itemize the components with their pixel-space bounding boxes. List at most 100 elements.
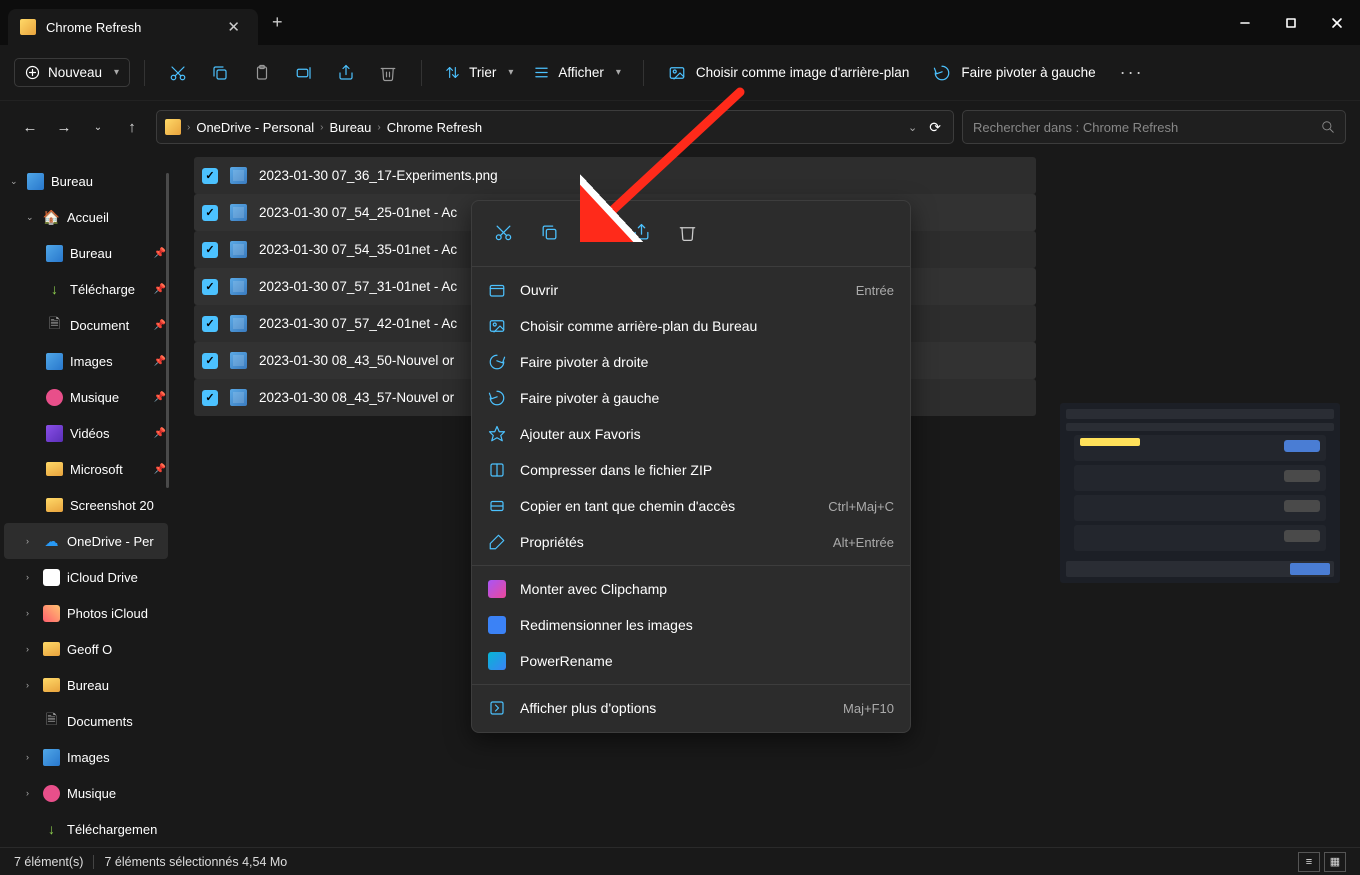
paste-button[interactable] — [243, 55, 281, 91]
ctx-rotate-left[interactable]: Faire pivoter à gauche — [472, 380, 910, 416]
sort-button[interactable]: Trier ▾ — [436, 58, 521, 87]
file-row[interactable]: 2023-01-30 07_36_17-Experiments.png — [194, 157, 1036, 194]
context-menu-quick-actions — [472, 207, 910, 261]
ctx-set-desktop-bg[interactable]: Choisir comme arrière-plan du Bureau — [472, 308, 910, 344]
ctx-clipchamp[interactable]: Monter avec Clipchamp — [472, 571, 910, 607]
checkbox-icon[interactable] — [202, 316, 218, 332]
sidebar-item-downloads[interactable]: ↓Télécharge📌 — [0, 271, 172, 307]
chevron-down-icon: ⌄ — [26, 212, 36, 223]
sidebar-scrollbar[interactable] — [166, 173, 169, 488]
sidebar: ⌄Bureau ⌄🏠Accueil Bureau📌 ↓Télécharge📌 🗎… — [0, 153, 172, 847]
refresh-button[interactable]: ⟳ — [929, 119, 941, 136]
navigation-row: ← → ⌄ ↑ › OneDrive - Personal › Bureau ›… — [0, 101, 1360, 153]
ctx-add-favorites[interactable]: Ajouter aux Favoris — [472, 416, 910, 452]
ctx-show-more[interactable]: Afficher plus d'optionsMaj+F10 — [472, 690, 910, 726]
tab-close-icon[interactable]: ✕ — [221, 16, 246, 38]
sidebar-label: Images — [70, 354, 113, 369]
delete-button[interactable] — [666, 213, 708, 251]
sidebar-item-screenshot[interactable]: Screenshot 20 — [0, 487, 172, 523]
minimize-button[interactable] — [1222, 0, 1268, 45]
ctx-resize-images[interactable]: Redimensionner les images — [472, 607, 910, 643]
separator — [472, 565, 910, 566]
checkbox-icon[interactable] — [202, 168, 218, 184]
breadcrumb-part[interactable]: Chrome Refresh — [387, 120, 482, 135]
breadcrumb-part[interactable]: OneDrive - Personal — [196, 120, 314, 135]
sidebar-item-photos-icloud[interactable]: ›Photos iCloud — [0, 595, 172, 631]
forward-button[interactable]: → — [48, 111, 80, 143]
sidebar-label: Accueil — [67, 210, 109, 225]
sidebar-item-bureau2[interactable]: ›Bureau — [0, 667, 172, 703]
checkbox-icon[interactable] — [202, 242, 218, 258]
checkbox-icon[interactable] — [202, 205, 218, 221]
ctx-label: Compresser dans le fichier ZIP — [520, 462, 894, 478]
maximize-button[interactable] — [1268, 0, 1314, 45]
set-background-button[interactable]: Choisir comme image d'arrière-plan — [658, 58, 919, 88]
sidebar-item-images[interactable]: Images📌 — [0, 343, 172, 379]
sidebar-item-bureau-root[interactable]: ⌄Bureau — [0, 163, 172, 199]
sidebar-item-onedrive[interactable]: ›☁OneDrive - Per — [4, 523, 168, 559]
sidebar-item-documents[interactable]: 🗎Document📌 — [0, 307, 172, 343]
share-button[interactable] — [620, 213, 662, 251]
share-button[interactable] — [327, 55, 365, 91]
onedrive-icon: ☁ — [43, 533, 60, 550]
document-icon: 🗎 — [43, 713, 60, 730]
chevron-down-icon[interactable]: ⌄ — [908, 121, 917, 134]
new-button[interactable]: Nouveau ▾ — [14, 58, 130, 87]
breadcrumb-part[interactable]: Bureau — [329, 120, 371, 135]
download-icon: ↓ — [43, 821, 60, 838]
rotate-left-button[interactable]: Faire pivoter à gauche — [923, 58, 1105, 88]
checkbox-icon[interactable] — [202, 353, 218, 369]
breadcrumb-sep: › — [320, 122, 323, 133]
sort-label: Trier — [469, 65, 496, 80]
preview-thumbnail — [1060, 403, 1340, 583]
ctx-copy-path[interactable]: Copier en tant que chemin d'accèsCtrl+Ma… — [472, 488, 910, 524]
copy-button[interactable] — [528, 213, 570, 251]
cut-button[interactable] — [159, 55, 197, 91]
ctx-properties[interactable]: PropriétésAlt+Entrée — [472, 524, 910, 560]
sidebar-item-documents2[interactable]: ›🗎Documents — [0, 703, 172, 739]
checkbox-icon[interactable] — [202, 279, 218, 295]
sidebar-item-icloud-drive[interactable]: ›iCloud Drive — [0, 559, 172, 595]
rename-button[interactable] — [574, 213, 616, 251]
images-icon — [46, 353, 63, 370]
separator — [93, 855, 94, 869]
breadcrumb[interactable]: › OneDrive - Personal › Bureau › Chrome … — [156, 110, 954, 144]
chevron-right-icon: › — [26, 608, 36, 618]
file-name: 2023-01-30 08_43_50-Nouvel or — [259, 353, 454, 368]
sidebar-item-telecharg2[interactable]: ›↓Téléchargemen — [0, 811, 172, 847]
sidebar-item-videos[interactable]: Vidéos📌 — [0, 415, 172, 451]
copy-button[interactable] — [201, 55, 239, 91]
window-tab[interactable]: Chrome Refresh ✕ — [8, 9, 258, 45]
sidebar-item-accueil[interactable]: ⌄🏠Accueil — [0, 199, 172, 235]
sidebar-label: Musique — [67, 786, 116, 801]
more-button[interactable]: ··· — [1110, 56, 1154, 89]
back-button[interactable]: ← — [14, 111, 46, 143]
cut-button[interactable] — [482, 213, 524, 251]
ctx-rotate-right[interactable]: Faire pivoter à droite — [472, 344, 910, 380]
ctx-shortcut: Alt+Entrée — [833, 535, 894, 550]
delete-button[interactable] — [369, 55, 407, 91]
sidebar-item-music[interactable]: Musique📌 — [0, 379, 172, 415]
ctx-powerrename[interactable]: PowerRename — [472, 643, 910, 679]
checkbox-icon[interactable] — [202, 390, 218, 406]
view-button[interactable]: Afficher ▾ — [525, 58, 629, 87]
ctx-open[interactable]: OuvrirEntrée — [472, 272, 910, 308]
new-tab-button[interactable]: + — [258, 12, 297, 33]
sidebar-item-musique2[interactable]: ›Musique — [0, 775, 172, 811]
sidebar-item-geoff[interactable]: ›Geoff O — [0, 631, 172, 667]
sidebar-item-bureau[interactable]: Bureau📌 — [0, 235, 172, 271]
chevron-down-icon: ▾ — [114, 67, 119, 78]
rename-button[interactable] — [285, 55, 323, 91]
ctx-label: Faire pivoter à gauche — [520, 390, 894, 406]
view-thumbnails-button[interactable]: ▦ — [1324, 852, 1346, 872]
file-name: 2023-01-30 07_54_35-01net - Ac — [259, 242, 457, 257]
history-button[interactable]: ⌄ — [82, 111, 114, 143]
view-details-button[interactable]: ≡ — [1298, 852, 1320, 872]
ctx-compress-zip[interactable]: Compresser dans le fichier ZIP — [472, 452, 910, 488]
sidebar-item-microsoft[interactable]: Microsoft📌 — [0, 451, 172, 487]
sidebar-item-images2[interactable]: ›Images — [0, 739, 172, 775]
image-file-icon — [230, 167, 247, 184]
up-button[interactable]: ↑ — [116, 111, 148, 143]
close-button[interactable] — [1314, 0, 1360, 45]
search-input[interactable]: Rechercher dans : Chrome Refresh — [962, 110, 1346, 144]
